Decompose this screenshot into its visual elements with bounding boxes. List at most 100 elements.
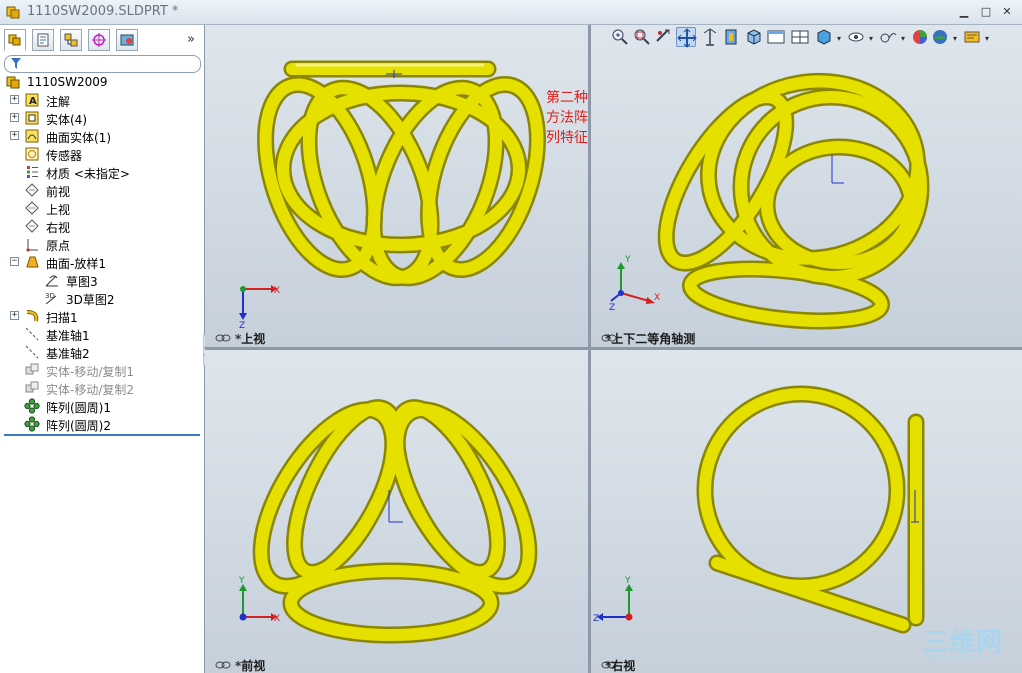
tree-item[interactable]: 基准轴2 — [0, 343, 200, 361]
chevron-down-icon[interactable]: ▾ — [953, 34, 957, 43]
feature-filter-input[interactable] — [4, 55, 201, 73]
more-tabs-button[interactable]: » — [187, 32, 195, 47]
axis-x-label: X — [654, 293, 660, 303]
tree-item[interactable]: 材质 <未指定> — [0, 163, 200, 181]
horizontal-view-splitter[interactable] — [205, 347, 1022, 350]
chevron-down-icon[interactable]: ▾ — [901, 34, 905, 43]
view-settings-button[interactable]: ▾ — [878, 27, 905, 47]
zoom-to-fit-button[interactable] — [610, 27, 630, 47]
tab-configurationmanager[interactable] — [60, 29, 82, 51]
dynamic-annotation-button[interactable] — [722, 27, 742, 47]
watermark: 三维网 3dportal.cn — [922, 622, 1020, 672]
tree-expand-toggle[interactable]: + — [10, 95, 19, 104]
tree-expand-toggle[interactable]: + — [10, 131, 19, 140]
tree-item[interactable]: 实体-移动/复制1 — [0, 361, 200, 379]
tree-item-label: 前视 — [46, 185, 71, 199]
part-icon — [6, 76, 20, 89]
viewport-isometric[interactable]: Y X Z *上下二等角轴测 — [591, 25, 1022, 347]
tree-item-label: 草图3 — [66, 275, 98, 289]
ring-model[interactable]: X Z — [205, 25, 588, 347]
plane-icon — [25, 219, 39, 233]
vertical-view-splitter[interactable] — [588, 25, 591, 673]
link-views-button[interactable] — [790, 27, 810, 47]
tree-root-part[interactable]: 1110SW2009 — [0, 73, 200, 91]
hide-show-items-button[interactable]: ▾ — [846, 27, 873, 47]
viewport-top[interactable]: X Z 第二种方法阵列特征 *上视 — [205, 25, 588, 347]
zoom-to-area-button[interactable] — [632, 27, 652, 47]
view-orientation-button[interactable] — [744, 27, 764, 47]
tab-propertymanager[interactable] — [32, 29, 54, 51]
viewport-label-right: *右视 — [605, 659, 636, 673]
tree-expand-toggle[interactable]: + — [10, 311, 19, 320]
tree-item[interactable]: 草图3 — [0, 271, 200, 289]
tree-item[interactable]: 阵列(圆周)2 — [0, 415, 200, 433]
annotation-note: 第二种方法阵列特征 — [546, 90, 588, 146]
display-style-button[interactable]: ▾ — [814, 27, 841, 47]
tree-item[interactable]: 前视 — [0, 181, 200, 199]
tree-item-label: 3D草图2 — [66, 293, 115, 307]
tree-item-label: 阵列(圆周)1 — [46, 401, 111, 415]
tree-item-label: 材质 <未指定> — [46, 167, 130, 181]
viewport-right[interactable]: Y Z *右视 三维网 3dportal.cn — [591, 350, 1022, 673]
axis-y-label: Y — [238, 576, 245, 586]
tree-expand-toggle[interactable]: + — [10, 113, 19, 122]
tree-item-label: 基准轴1 — [46, 329, 90, 343]
appearance-button[interactable] — [910, 27, 930, 47]
tree-item[interactable]: + 扫描1 — [0, 307, 200, 325]
tree-item[interactable]: 实体-移动/复制2 — [0, 379, 200, 397]
move-copy-icon — [25, 363, 39, 375]
chevron-down-icon[interactable]: ▾ — [985, 34, 989, 43]
axis-y-label: Y — [624, 255, 631, 265]
tree-item[interactable]: + A 注解 — [0, 91, 200, 109]
close-icon[interactable]: ✕ — [1000, 5, 1014, 19]
chevron-down-icon[interactable]: ▾ — [869, 34, 873, 43]
dimxpert-icon — [92, 33, 106, 47]
section-view-icon — [703, 28, 717, 46]
circular-pattern-icon — [24, 416, 40, 432]
tree-item-label: 基准轴2 — [46, 347, 90, 361]
link-views-icon — [791, 30, 809, 44]
tab-dimxpert[interactable] — [88, 29, 110, 51]
triad — [239, 285, 277, 320]
viewport-front[interactable]: Y X *前视 — [205, 350, 588, 673]
3d-sketch-icon: 3D — [45, 292, 57, 305]
tab-featuremanager[interactable] — [4, 29, 26, 51]
tree-item-label: 上视 — [46, 203, 71, 217]
move-copy-icon — [25, 381, 39, 393]
tree-item[interactable]: 基准轴1 — [0, 325, 200, 343]
display-style-icon — [817, 29, 831, 45]
axis-icon — [25, 345, 39, 359]
ring-model[interactable]: Y X Z — [591, 25, 1022, 347]
tree-item[interactable]: 传感器 — [0, 145, 200, 163]
tree-item-label: 传感器 — [46, 149, 83, 163]
tree-item[interactable]: 原点 — [0, 235, 200, 253]
tree-item[interactable]: 右视 — [0, 217, 200, 235]
section-view-button[interactable] — [700, 27, 720, 47]
tree-item[interactable]: 3D 3D草图2 — [0, 289, 200, 307]
tree-item[interactable]: − 曲面-放样1 — [0, 253, 200, 271]
single-view-button[interactable] — [766, 27, 786, 47]
window-title: 1110SW2009.SLDPRT * — [27, 4, 179, 19]
minimize-icon[interactable]: ▁ — [957, 5, 971, 19]
chevron-down-icon[interactable]: ▾ — [837, 34, 841, 43]
previous-view-button[interactable] — [654, 27, 674, 47]
ring-model[interactable]: Y X — [205, 350, 588, 673]
tree-item-label: 阵列(圆周)2 — [46, 419, 111, 433]
tree-item[interactable]: + 实体(4) — [0, 109, 200, 127]
four-view-button[interactable] — [676, 27, 697, 48]
scene-button[interactable]: ▾ — [930, 27, 957, 47]
link-icon — [215, 334, 231, 342]
tree-item[interactable]: 上视 — [0, 199, 200, 217]
plane-icon — [25, 183, 39, 197]
solid-bodies-icon — [25, 111, 39, 125]
maximize-icon[interactable]: □ — [979, 5, 993, 19]
circular-pattern-icon — [24, 398, 40, 414]
four-view-icon — [677, 28, 697, 48]
tree-expand-toggle[interactable]: − — [10, 257, 19, 266]
tab-display-manager[interactable] — [116, 29, 138, 51]
rollback-bar[interactable] — [4, 434, 200, 436]
tree-item[interactable]: + 曲面实体(1) — [0, 127, 200, 145]
tree-item-label: 扫描1 — [46, 311, 78, 325]
view-toolbar-options-button[interactable]: ▾ — [962, 27, 989, 47]
tree-item[interactable]: 阵列(圆周)1 — [0, 397, 200, 415]
